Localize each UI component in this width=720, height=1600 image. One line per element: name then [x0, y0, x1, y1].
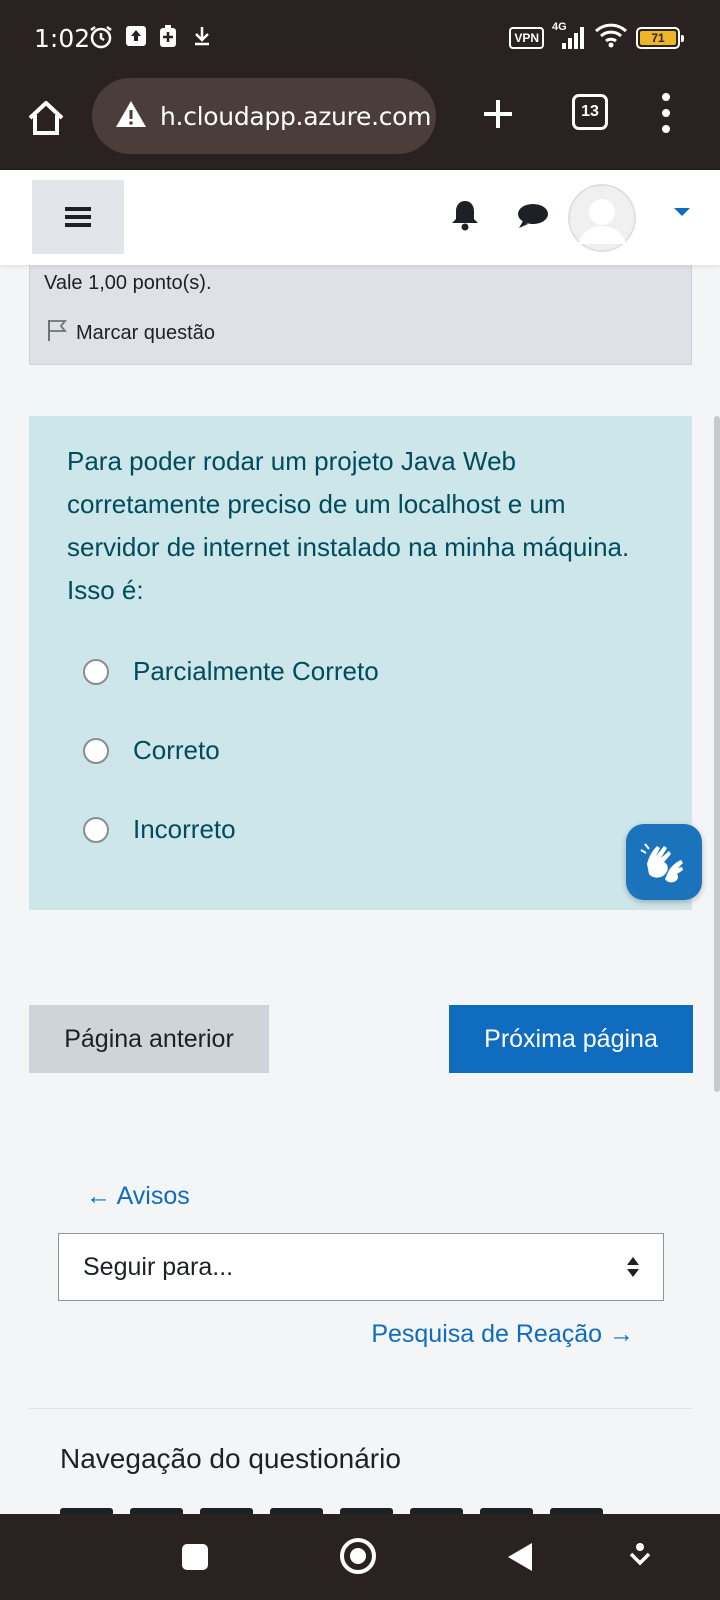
network-type: 4G	[552, 20, 567, 33]
status-bar: 1:02 VPN 4G 71	[0, 0, 720, 74]
previous-activity-link[interactable]: ← Avisos	[86, 1182, 190, 1211]
radio-button[interactable]	[83, 816, 109, 843]
signal-icon: 4G	[552, 21, 586, 51]
upload-icon	[124, 24, 148, 53]
jump-to-select[interactable]: Seguir para...	[58, 1233, 664, 1301]
question-text: Para poder rodar um projeto Java Web cor…	[67, 446, 630, 605]
status-time: 1:02	[34, 24, 91, 53]
flag-question-label[interactable]: Marcar questão	[76, 322, 215, 345]
battery-icon: 71	[636, 26, 684, 49]
battery-saver-icon	[158, 24, 178, 53]
site-header	[0, 170, 720, 265]
answer-option[interactable]: Correto	[83, 735, 220, 766]
answer-label[interactable]: Correto	[133, 735, 220, 766]
home-icon[interactable]	[24, 96, 68, 140]
next-page-button[interactable]: Próxima página	[449, 1005, 693, 1073]
chat-icon[interactable]	[516, 202, 550, 235]
more-menu-icon[interactable]	[656, 90, 676, 136]
answer-label[interactable]: Incorreto	[133, 814, 236, 845]
system-navigation-bar	[0, 1514, 720, 1600]
hamburger-menu-button[interactable]	[32, 180, 124, 254]
question-points: Vale 1,00 ponto(s).	[44, 272, 212, 294]
new-tab-icon[interactable]	[478, 94, 518, 134]
sort-arrows-icon	[625, 1254, 641, 1287]
address-bar[interactable]: h.cloudapp.azure.com	[92, 78, 436, 154]
wifi-icon	[594, 22, 628, 53]
sign-language-widget-button[interactable]	[626, 824, 702, 900]
bell-icon[interactable]	[450, 198, 480, 237]
question-info-panel: Vale 1,00 ponto(s). Marcar questão	[29, 255, 692, 365]
vpn-badge: VPN	[509, 26, 544, 49]
flag-question-link[interactable]: Marcar questão	[46, 318, 215, 348]
hide-nav-icon[interactable]	[628, 1542, 652, 1575]
chevron-down-icon[interactable]	[674, 208, 690, 216]
download-icon	[190, 24, 214, 53]
radio-button[interactable]	[83, 658, 109, 685]
menu-icon	[65, 207, 91, 227]
alarm-icon	[88, 24, 114, 55]
recents-button[interactable]	[182, 1544, 208, 1570]
hands-icon	[640, 843, 683, 883]
battery-level: 71	[640, 30, 676, 45]
next-activity-link[interactable]: Pesquisa de Reação →	[371, 1320, 634, 1349]
jump-to-select-value: Seguir para...	[83, 1252, 234, 1281]
user-avatar[interactable]	[568, 184, 636, 252]
tab-switcher-button[interactable]: 13	[572, 94, 608, 130]
divider	[29, 1408, 692, 1409]
previous-page-button[interactable]: Página anterior	[29, 1005, 269, 1073]
home-button[interactable]	[340, 1538, 376, 1574]
answer-option[interactable]: Incorreto	[83, 814, 236, 845]
question-content: Para poder rodar um projeto Java Web cor…	[29, 416, 692, 910]
flag-icon	[46, 318, 68, 348]
back-button[interactable]	[508, 1543, 532, 1571]
page-scrollbar[interactable]	[714, 416, 720, 1092]
answer-label[interactable]: Parcialmente Correto	[133, 656, 379, 687]
radio-button[interactable]	[83, 737, 109, 764]
browser-toolbar: h.cloudapp.azure.com 13	[0, 74, 720, 170]
status-right-group: VPN 4G 71	[509, 21, 684, 53]
answer-option[interactable]: Parcialmente Correto	[83, 656, 379, 687]
warning-icon[interactable]	[114, 99, 148, 134]
url-text[interactable]: h.cloudapp.azure.com	[160, 102, 432, 131]
quiz-navigation-title: Navegação do questionário	[60, 1443, 401, 1474]
